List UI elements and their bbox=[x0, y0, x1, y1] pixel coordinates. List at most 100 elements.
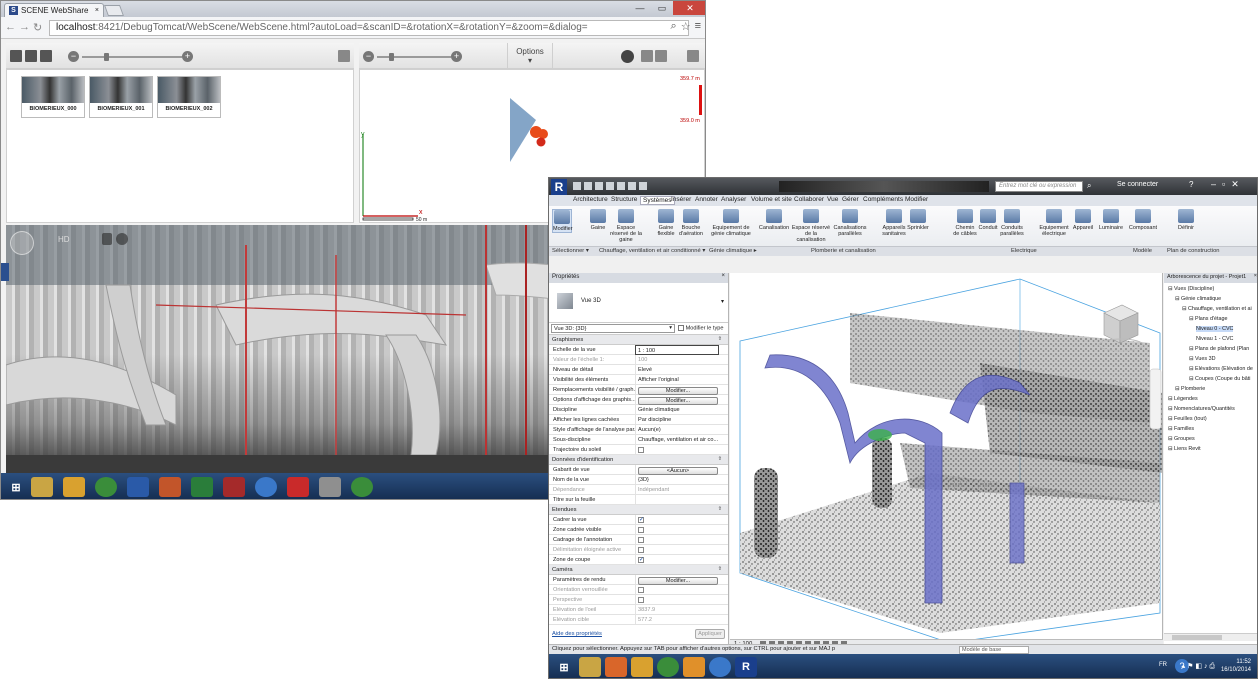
map-slider-knob[interactable] bbox=[389, 53, 394, 61]
tab-volume-site[interactable]: Volume et site bbox=[751, 196, 792, 203]
scan-thumbnail[interactable]: BIOMERIEUX_001 bbox=[89, 76, 153, 118]
word-icon[interactable] bbox=[127, 477, 149, 497]
measure-icon[interactable] bbox=[617, 182, 625, 190]
powerpoint-icon[interactable] bbox=[159, 477, 181, 497]
security-icon[interactable] bbox=[223, 477, 245, 497]
tree-node[interactable]: ⊟ Plomberie bbox=[1175, 386, 1205, 392]
tree-node[interactable]: ⊟ Légendes bbox=[1168, 396, 1198, 402]
start-icon[interactable]: ⊞ bbox=[553, 657, 575, 677]
electrical-equipment-button[interactable]: Equipement électrique bbox=[1037, 209, 1071, 237]
folder-icon[interactable] bbox=[631, 657, 653, 677]
menu-icon[interactable]: ≡ bbox=[695, 20, 701, 33]
language-indicator[interactable]: FR bbox=[1159, 662, 1167, 668]
property-edit-button[interactable]: Modifier... bbox=[638, 386, 718, 395]
collapse-icon[interactable]: ⇧ bbox=[718, 456, 722, 462]
tree-node[interactable]: ⊟ Familles bbox=[1168, 426, 1194, 432]
properties-section-header[interactable]: Etendues ⇧ bbox=[549, 505, 728, 515]
tree-node[interactable]: Niveau 1 - CVC bbox=[1196, 336, 1233, 342]
options-dropdown[interactable]: Options ▾ bbox=[507, 43, 553, 69]
browser-tab[interactable]: S SCENE WebShare × bbox=[4, 3, 104, 17]
close-icon[interactable]: × bbox=[721, 273, 725, 279]
apply-button[interactable]: Appliquer bbox=[695, 629, 725, 639]
revit-logo-icon[interactable]: R bbox=[551, 179, 567, 195]
tab-vue[interactable]: Vue bbox=[827, 196, 838, 203]
open-icon[interactable] bbox=[573, 182, 581, 190]
duct-button[interactable]: Gaine bbox=[589, 209, 607, 231]
scan-thumbnail[interactable]: BIOMERIEUX_000 bbox=[21, 76, 85, 118]
plumbing-fixture-button[interactable]: Appareils sanitaires bbox=[881, 209, 907, 237]
duct-placeholder-button[interactable]: Espace réservé de la gaine bbox=[607, 209, 645, 243]
property-value[interactable]: Elevé bbox=[635, 365, 719, 375]
component-button[interactable]: Composant bbox=[1127, 209, 1159, 231]
tab-structure[interactable]: Structure bbox=[611, 196, 637, 203]
checkbox-unchecked[interactable] bbox=[638, 446, 644, 453]
redo-icon[interactable] bbox=[606, 182, 614, 190]
minimize-icon[interactable]: — bbox=[629, 1, 651, 15]
tree-node[interactable]: ⊟ Plans de plafond (Plan bbox=[1189, 346, 1249, 352]
property-value[interactable]: 1 : 100 bbox=[635, 345, 719, 355]
properties-section-header[interactable]: Caméra ⇧ bbox=[549, 565, 728, 575]
map-zoom-out-icon[interactable]: − bbox=[363, 51, 374, 62]
properties-section-header[interactable]: Graphismes ⇧ bbox=[549, 335, 728, 345]
tab-inserer[interactable]: Insérer bbox=[671, 196, 691, 203]
pan-control-icon[interactable] bbox=[10, 231, 34, 255]
maximize-panel-icon[interactable] bbox=[687, 50, 699, 62]
tab-complements[interactable]: Compléments bbox=[863, 196, 903, 203]
property-edit-button[interactable]: Modifier... bbox=[638, 576, 718, 585]
excel-icon[interactable] bbox=[191, 477, 213, 497]
tree-node[interactable]: ⊟ Groupes bbox=[1168, 436, 1195, 442]
tree-node[interactable]: ⊟ Vues 3D bbox=[1189, 356, 1216, 362]
tab-systemes[interactable]: Systèmes bbox=[640, 196, 675, 205]
group-mechanical[interactable]: Génie climatique ▸ bbox=[709, 248, 757, 254]
list-view-icon[interactable] bbox=[10, 50, 22, 62]
start-icon[interactable]: ⊞ bbox=[5, 477, 27, 497]
tab-collaborer[interactable]: Collaborer bbox=[794, 196, 824, 203]
zoom-out-icon[interactable]: − bbox=[68, 51, 79, 62]
air-terminal-button[interactable]: Bouche d'aération bbox=[677, 209, 705, 237]
minimize-icon[interactable]: – bbox=[1211, 179, 1216, 190]
collapse-icon[interactable]: ⇧ bbox=[718, 566, 722, 572]
modeled-duct[interactable] bbox=[1009, 482, 1025, 564]
map-zoom-in-icon[interactable]: + bbox=[451, 51, 462, 62]
app-icon[interactable] bbox=[319, 477, 341, 497]
property-value[interactable]: Génie climatique bbox=[635, 405, 719, 415]
tab-gerer[interactable]: Gérer bbox=[842, 196, 859, 203]
group-hvac[interactable]: Chauffage, ventilation et air conditionn… bbox=[599, 248, 705, 254]
media-player-icon[interactable] bbox=[605, 657, 627, 677]
eye-icon[interactable] bbox=[116, 233, 128, 245]
tab-annoter[interactable]: Annoter bbox=[695, 196, 718, 203]
tray-icons[interactable]: ▴ ⚑ ◧ ♪ ⎙ bbox=[1182, 662, 1215, 671]
hd-toggle[interactable]: HD bbox=[58, 235, 70, 244]
url-input[interactable]: localhost:8421/DebugTomcat/WebScene/WebS… bbox=[49, 20, 689, 36]
scan-point-marker[interactable] bbox=[536, 137, 546, 147]
scan-thumbnail[interactable]: BIOMERIEUX_002 bbox=[157, 76, 221, 118]
back-icon[interactable]: ← bbox=[5, 21, 16, 33]
sign-in-button[interactable]: Se connecter bbox=[1117, 181, 1158, 188]
search-icon[interactable]: ⌕ bbox=[1087, 181, 1091, 191]
layout-alt-icon[interactable] bbox=[655, 50, 667, 62]
lighting-fixture-button[interactable]: Luminaire bbox=[1097, 209, 1125, 231]
chrome-icon[interactable] bbox=[351, 477, 373, 497]
mechanical-equipment-button[interactable]: Equipement de génie climatique bbox=[707, 209, 755, 237]
checkbox-unchecked[interactable] bbox=[638, 536, 644, 543]
edit-type-button[interactable]: Modifier le type bbox=[678, 325, 724, 331]
maximize-icon[interactable]: ▫ bbox=[1222, 179, 1225, 190]
parallel-conduits-button[interactable]: Conduits parallèles bbox=[999, 209, 1025, 237]
property-value[interactable]: Aucun(e) bbox=[635, 425, 719, 435]
tree-node[interactable]: ⊟ Coupes (Coupe du bâti bbox=[1189, 376, 1250, 382]
tab-analyser[interactable]: Analyser bbox=[721, 196, 746, 203]
zoom-icon[interactable]: ⌕ bbox=[671, 20, 677, 33]
maximize-icon[interactable]: ▭ bbox=[651, 1, 673, 15]
eye-icon[interactable] bbox=[621, 50, 634, 63]
collapse-icon[interactable]: ⇧ bbox=[718, 506, 722, 512]
taskbar-clock[interactable]: 11:52 16/10/2014 bbox=[1221, 658, 1251, 674]
explorer-icon[interactable] bbox=[31, 477, 53, 497]
property-value[interactable]: Afficher l'original bbox=[635, 375, 719, 385]
tree-node[interactable]: ⊟ Nomenclatures/Quantités bbox=[1168, 406, 1235, 412]
undo-icon[interactable] bbox=[595, 182, 603, 190]
grid-view-icon[interactable] bbox=[40, 50, 52, 62]
modeled-fitting[interactable] bbox=[868, 429, 892, 441]
property-value[interactable]: Chauffage, ventilation et air co... bbox=[635, 435, 719, 445]
tree-node[interactable]: ⊟ Feuilles (tout) bbox=[1168, 416, 1207, 422]
3d-view-icon[interactable] bbox=[639, 182, 647, 190]
